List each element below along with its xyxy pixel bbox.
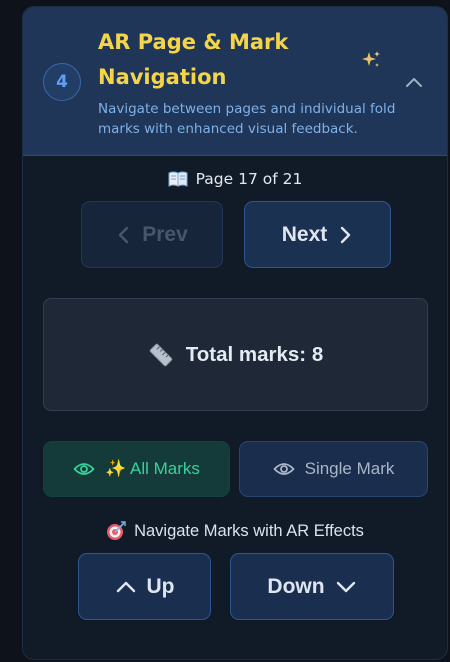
chevron-left-icon: [116, 224, 132, 246]
eye-icon: [273, 461, 295, 477]
ruler-icon: [148, 342, 174, 368]
mark-navigation-label: Navigate Marks with AR Effects: [134, 521, 364, 540]
section-header[interactable]: 4 AR Page & Mark Navigation Navigate bet…: [23, 7, 447, 156]
mark-down-button[interactable]: Down: [230, 553, 394, 620]
target-icon: [106, 521, 126, 541]
mark-up-button[interactable]: Up: [78, 553, 211, 620]
next-page-label: Next: [281, 222, 328, 246]
eye-icon: [73, 461, 95, 477]
sparkles-icon: [360, 49, 382, 71]
prev-page-button[interactable]: Prev: [81, 201, 223, 268]
mark-down-label: Down: [267, 574, 325, 598]
section-description: Navigate between pages and individual fo…: [98, 101, 396, 137]
step-number-badge: 4: [43, 63, 81, 101]
page-indicator: Page 17 of 21: [23, 170, 447, 188]
chevron-up-icon: [115, 579, 137, 595]
single-mark-toggle[interactable]: Single Mark: [239, 441, 428, 497]
all-marks-toggle[interactable]: ✨ All Marks: [43, 441, 230, 497]
book-icon: [168, 170, 188, 188]
mark-navigation-heading: Navigate Marks with AR Effects: [23, 521, 447, 541]
total-marks-label: Total marks: 8: [185, 342, 324, 366]
page-indicator-label: Page 17 of 21: [195, 170, 303, 188]
chevron-right-icon: [337, 224, 353, 246]
section-title: AR Page & Mark Navigation: [98, 30, 289, 89]
chevron-down-icon: [335, 579, 357, 595]
ar-navigation-panel: 4 AR Page & Mark Navigation Navigate bet…: [22, 6, 448, 660]
prev-page-label: Prev: [142, 222, 188, 246]
total-marks-display: Total marks: 8: [43, 298, 428, 411]
all-marks-label: ✨ All Marks: [105, 459, 200, 478]
single-mark-label: Single Mark: [304, 459, 395, 478]
next-page-button[interactable]: Next: [244, 201, 391, 268]
mark-up-label: Up: [146, 574, 175, 598]
chevron-up-icon[interactable]: [403, 71, 425, 93]
